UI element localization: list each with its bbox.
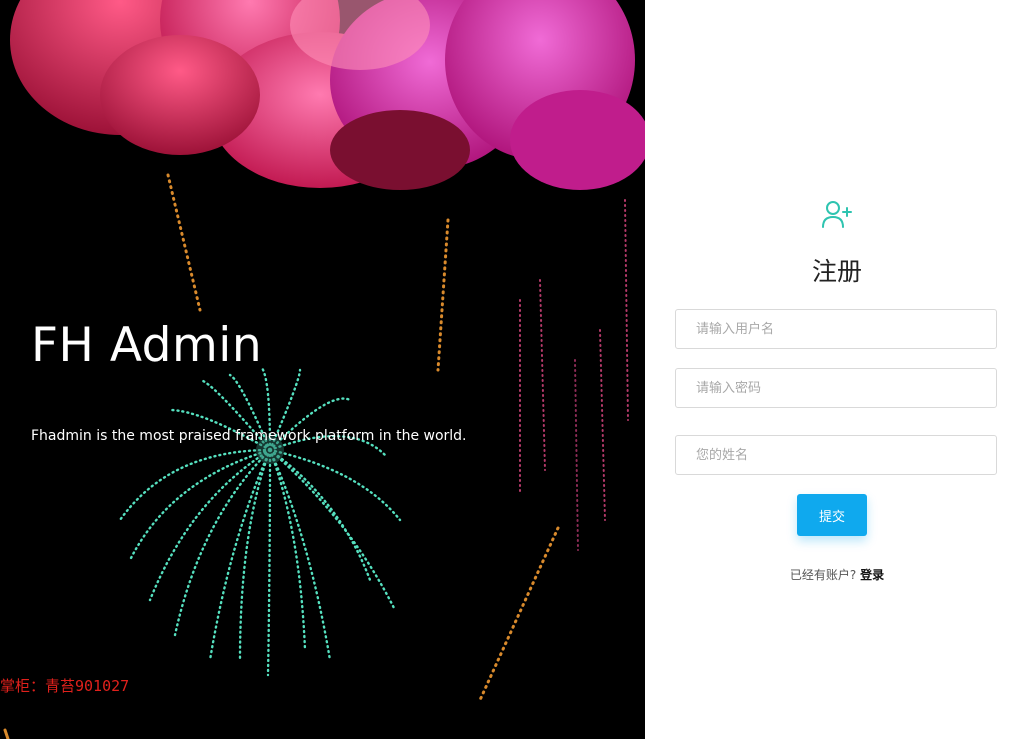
- have-account-text: 已经有账户?: [789, 568, 861, 582]
- user-plus-icon: [821, 199, 853, 229]
- username-input[interactable]: [675, 309, 997, 349]
- password-input[interactable]: [675, 368, 997, 408]
- submit-button[interactable]: 提交: [797, 494, 867, 536]
- hero-subtitle: Fhadmin is the most praised framework pl…: [31, 428, 467, 444]
- login-prompt: 已经有账户? 登录: [645, 566, 1029, 583]
- watermark-text: 掌柜：青苔901027: [0, 677, 130, 695]
- name-input[interactable]: [675, 435, 997, 475]
- register-panel: 注册 提交 已经有账户? 登录: [645, 0, 1029, 739]
- login-link[interactable]: 登录: [860, 568, 884, 582]
- hero-title: FH Admin: [31, 318, 263, 373]
- hero-panel: FH Admin Fhadmin is the most praised fra…: [0, 0, 645, 739]
- form-title: 注册: [811, 257, 862, 286]
